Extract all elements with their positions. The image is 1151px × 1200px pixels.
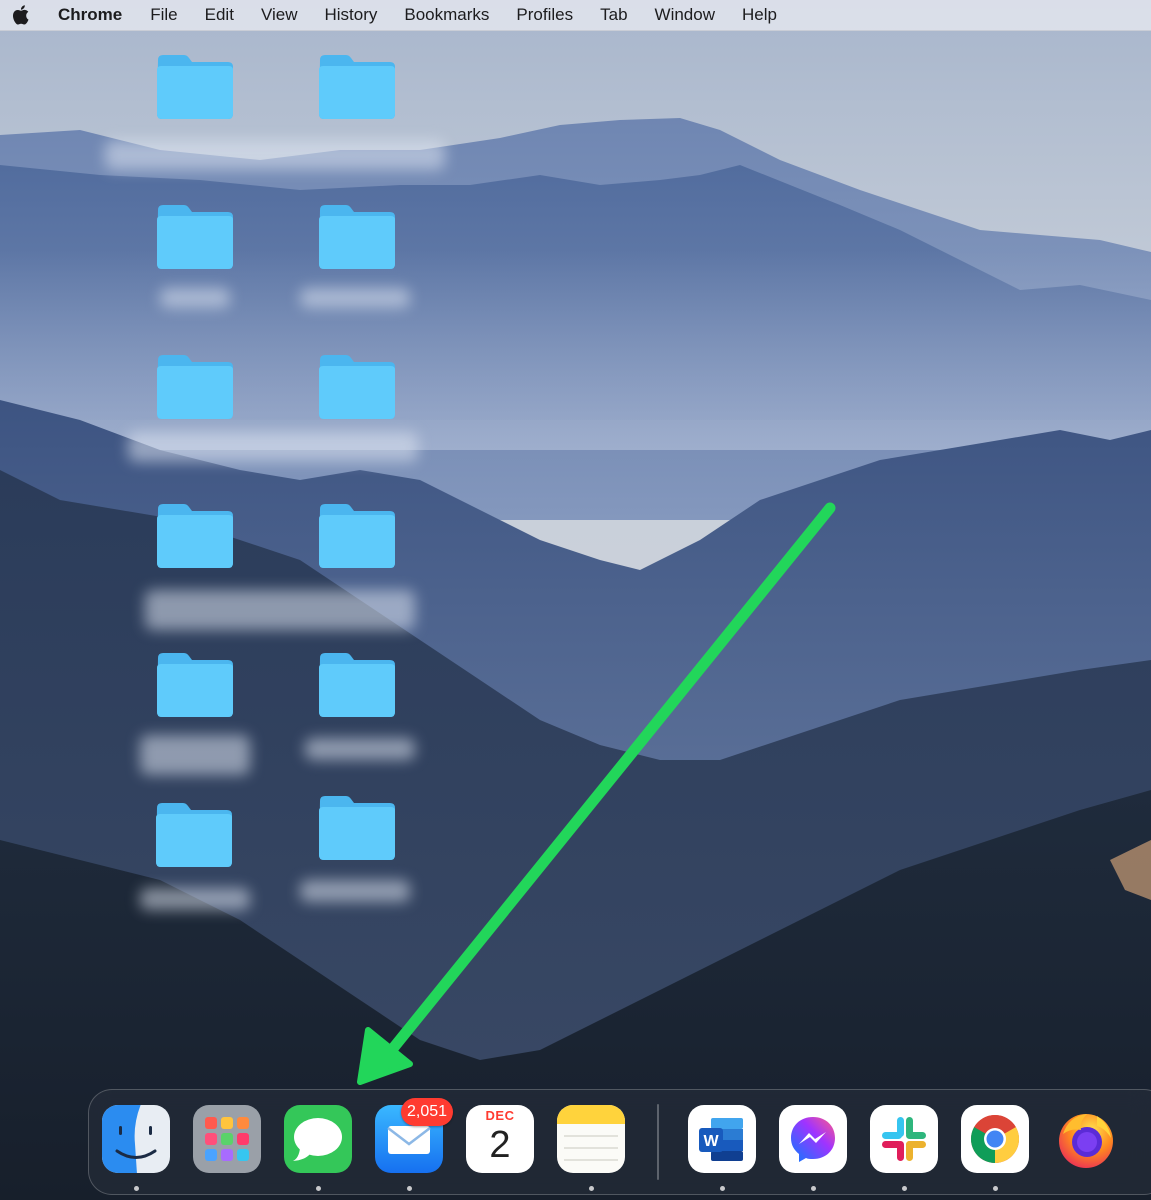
menu-tab[interactable]: Tab: [600, 5, 627, 25]
running-indicator: [993, 1186, 998, 1191]
messages-icon: [284, 1105, 352, 1173]
menu-help[interactable]: Help: [742, 5, 777, 25]
word-icon: W: [688, 1105, 756, 1173]
messenger-icon: [779, 1105, 847, 1173]
desktop-folder[interactable]: [302, 793, 412, 933]
folder-icon: [157, 355, 233, 419]
desktop-folder[interactable]: [139, 800, 249, 940]
folder-icon: [157, 55, 233, 119]
running-indicator: [589, 1186, 594, 1191]
folder-icon: [156, 803, 232, 867]
menu-file[interactable]: File: [150, 5, 177, 25]
desktop-folder[interactable]: [302, 650, 412, 790]
folder-icon: [319, 504, 395, 568]
desktop-folder[interactable]: [140, 352, 250, 492]
running-indicator: [407, 1186, 412, 1191]
folder-icon: [157, 205, 233, 269]
menu-edit[interactable]: Edit: [205, 5, 234, 25]
mail-unread-badge: 2,051: [401, 1098, 454, 1126]
desktop-folder[interactable]: [302, 501, 412, 641]
menu-history[interactable]: History: [324, 5, 377, 25]
menu-window[interactable]: Window: [655, 5, 715, 25]
running-indicator: [720, 1186, 725, 1191]
chrome-icon: [961, 1105, 1029, 1173]
dock-separator: [657, 1104, 659, 1180]
folder-icon: [319, 653, 395, 717]
desktop-folder[interactable]: [140, 202, 250, 342]
dock: DEC 2 W 2,051: [88, 1089, 1151, 1195]
finder-icon: [102, 1105, 170, 1173]
menu-app-name[interactable]: Chrome: [58, 5, 122, 25]
menu-bookmarks[interactable]: Bookmarks: [404, 5, 489, 25]
running-indicator: [902, 1186, 907, 1191]
desktop-folder[interactable]: [302, 352, 412, 492]
menu-profiles[interactable]: Profiles: [516, 5, 573, 25]
menu-bar: Chrome File Edit View History Bookmarks …: [0, 0, 1151, 31]
firefox-icon: [1059, 1114, 1113, 1168]
folder-icon: [319, 355, 395, 419]
desktop-folder[interactable]: [140, 650, 250, 790]
dock-app-launchpad[interactable]: [192, 1104, 262, 1174]
menu-view[interactable]: View: [261, 5, 298, 25]
running-indicator: [134, 1186, 139, 1191]
dock-app-word[interactable]: W: [687, 1104, 757, 1191]
notes-icon: [557, 1105, 625, 1173]
folder-icon: [319, 55, 395, 119]
running-indicator: [811, 1186, 816, 1191]
launchpad-icon: [193, 1105, 261, 1173]
folder-icon: [157, 504, 233, 568]
desktop-folder[interactable]: [140, 52, 250, 192]
desktop-folder[interactable]: [302, 52, 412, 192]
dock-app-chrome[interactable]: [960, 1104, 1030, 1191]
dock-app-calendar[interactable]: DEC 2: [465, 1104, 535, 1174]
dock-app-firefox[interactable]: [1051, 1104, 1121, 1174]
dock-app-notes[interactable]: [556, 1104, 626, 1191]
desktop-folder[interactable]: [302, 202, 412, 342]
apple-icon[interactable]: [12, 4, 34, 26]
dock-app-messages[interactable]: [283, 1104, 353, 1191]
folder-icon: [157, 653, 233, 717]
running-indicator: [316, 1186, 321, 1191]
dock-app-messenger[interactable]: [778, 1104, 848, 1191]
slack-icon: [870, 1105, 938, 1173]
svg-text:W: W: [703, 1133, 719, 1150]
dock-app-slack[interactable]: [869, 1104, 939, 1191]
dock-app-finder[interactable]: [101, 1104, 171, 1191]
calendar-day: 2: [489, 1124, 511, 1166]
folder-icon: [319, 205, 395, 269]
folder-icon: [319, 796, 395, 860]
desktop-folder[interactable]: [140, 501, 250, 641]
